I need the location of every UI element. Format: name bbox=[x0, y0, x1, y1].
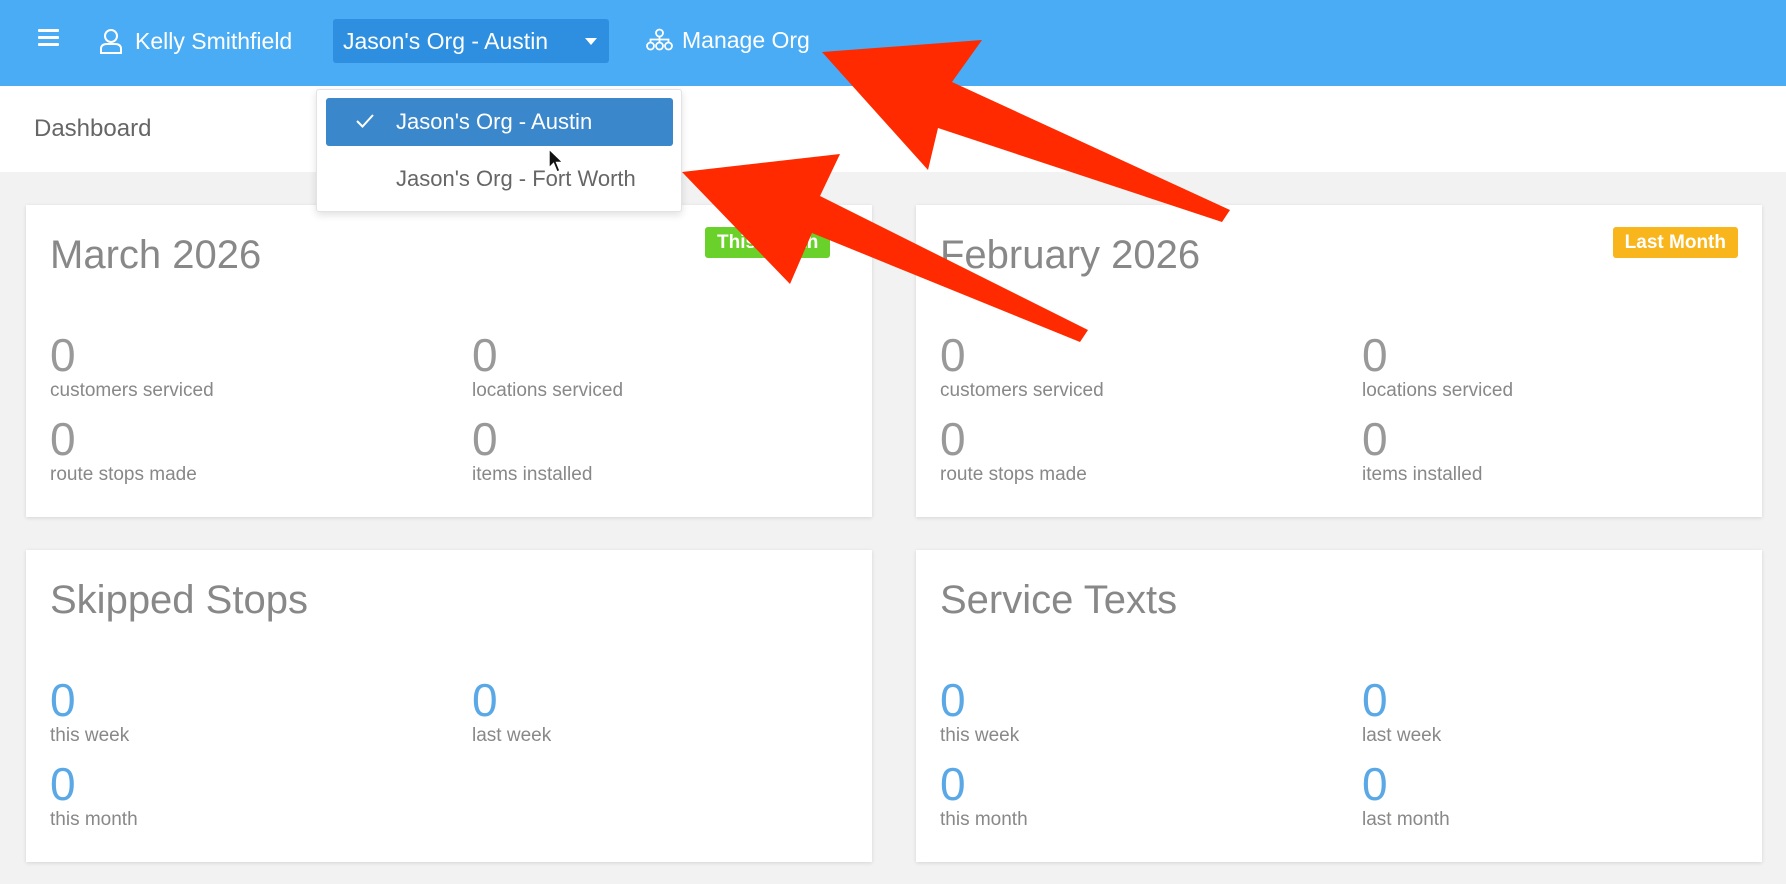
stat-value: 0 bbox=[940, 413, 966, 465]
top-nav-bar: Kelly Smithfield Jason's Org - Austin Ma… bbox=[0, 0, 1786, 86]
stat-this-month: 0 this month bbox=[940, 760, 1028, 831]
org-dropdown-menu: Jason's Org - Austin Jason's Org - Fort … bbox=[316, 89, 682, 212]
stat-label: customers serviced bbox=[940, 380, 1104, 401]
stat-last-month: 0 last month bbox=[1362, 760, 1450, 831]
org-option-austin[interactable]: Jason's Org - Austin bbox=[326, 98, 673, 146]
stat-route-stops-made: 0 route stops made bbox=[50, 415, 197, 486]
org-select[interactable]: Jason's Org - Austin bbox=[333, 19, 609, 63]
stat-value: 0 bbox=[1362, 413, 1388, 465]
caret-down-icon bbox=[585, 38, 597, 45]
stat-value: 0 bbox=[472, 413, 498, 465]
stat-value: 0 bbox=[940, 674, 966, 726]
stat-label: last month bbox=[1362, 809, 1450, 830]
stat-route-stops-made: 0 route stops made bbox=[940, 415, 1087, 486]
stat-value: 0 bbox=[50, 758, 76, 810]
stat-locations-serviced: 0 locations serviced bbox=[472, 331, 623, 402]
menu-icon[interactable] bbox=[38, 28, 59, 46]
stat-label: route stops made bbox=[50, 464, 197, 485]
breadcrumb-bar: Dashboard bbox=[0, 86, 1786, 172]
stat-value: 0 bbox=[472, 674, 498, 726]
check-icon bbox=[356, 114, 374, 128]
stat-customers-serviced: 0 customers serviced bbox=[940, 331, 1104, 402]
stat-value: 0 bbox=[1362, 758, 1388, 810]
org-option-fort-worth[interactable]: Jason's Org - Fort Worth bbox=[326, 155, 673, 203]
stat-label: items installed bbox=[1362, 464, 1483, 485]
stat-this-month: 0 this month bbox=[50, 760, 138, 831]
stat-value: 0 bbox=[1362, 674, 1388, 726]
current-month-card: March 2026 This Month 0 customers servic… bbox=[26, 205, 872, 517]
stat-value: 0 bbox=[472, 329, 498, 381]
org-option-label: Jason's Org - Fort Worth bbox=[396, 166, 636, 191]
stat-label: locations serviced bbox=[472, 380, 624, 401]
stat-label: locations serviced bbox=[1362, 380, 1514, 401]
user-icon bbox=[100, 29, 122, 54]
stat-customers-serviced: 0 customers serviced bbox=[50, 331, 214, 402]
stat-label: last week bbox=[1362, 725, 1442, 746]
stat-label: this week bbox=[50, 725, 130, 746]
stat-label: customers serviced bbox=[50, 380, 214, 401]
stat-label: this month bbox=[50, 809, 138, 830]
stat-label: this week bbox=[940, 725, 1020, 746]
stat-this-week: 0 this week bbox=[940, 676, 1019, 747]
user-name: Kelly Smithfield bbox=[135, 27, 293, 54]
card-title: March 2026 bbox=[50, 233, 262, 277]
stat-items-installed: 0 items installed bbox=[1362, 415, 1482, 486]
stat-locations-serviced: 0 locations serviced bbox=[1362, 331, 1513, 402]
stat-this-week: 0 this week bbox=[50, 676, 129, 747]
stat-label: this month bbox=[940, 809, 1028, 830]
service-texts-card: Service Texts 0 this week 0 last week 0 … bbox=[916, 550, 1762, 862]
skipped-stops-card: Skipped Stops 0 this week 0 last week 0 … bbox=[26, 550, 872, 862]
last-month-card: February 2026 Last Month 0 customers ser… bbox=[916, 205, 1762, 517]
org-select-value: Jason's Org - Austin bbox=[343, 28, 549, 54]
org-option-label: Jason's Org - Austin bbox=[396, 109, 593, 134]
card-title: February 2026 bbox=[940, 233, 1201, 277]
stat-label: items installed bbox=[472, 464, 593, 485]
stat-value: 0 bbox=[940, 758, 966, 810]
stat-value: 0 bbox=[1362, 329, 1388, 381]
card-title: Skipped Stops bbox=[50, 578, 308, 622]
breadcrumb: Dashboard bbox=[34, 115, 152, 142]
last-month-badge: Last Month bbox=[1612, 227, 1738, 258]
stat-items-installed: 0 items installed bbox=[472, 415, 592, 486]
manage-org-link[interactable]: Manage Org bbox=[646, 24, 810, 56]
stat-last-week: 0 last week bbox=[472, 676, 551, 747]
mouse-cursor-icon bbox=[548, 148, 565, 173]
stat-value: 0 bbox=[50, 674, 76, 726]
org-tree-icon bbox=[646, 28, 673, 51]
stat-label: route stops made bbox=[940, 464, 1087, 485]
stat-last-week: 0 last week bbox=[1362, 676, 1441, 747]
stat-value: 0 bbox=[50, 413, 76, 465]
manage-org-label: Manage Org bbox=[682, 26, 810, 53]
stat-label: last week bbox=[472, 725, 552, 746]
stat-value: 0 bbox=[50, 329, 76, 381]
this-month-badge: This Month bbox=[705, 227, 831, 258]
user-menu[interactable]: Kelly Smithfield bbox=[99, 26, 292, 56]
stat-value: 0 bbox=[940, 329, 966, 381]
card-title: Service Texts bbox=[940, 578, 1178, 622]
